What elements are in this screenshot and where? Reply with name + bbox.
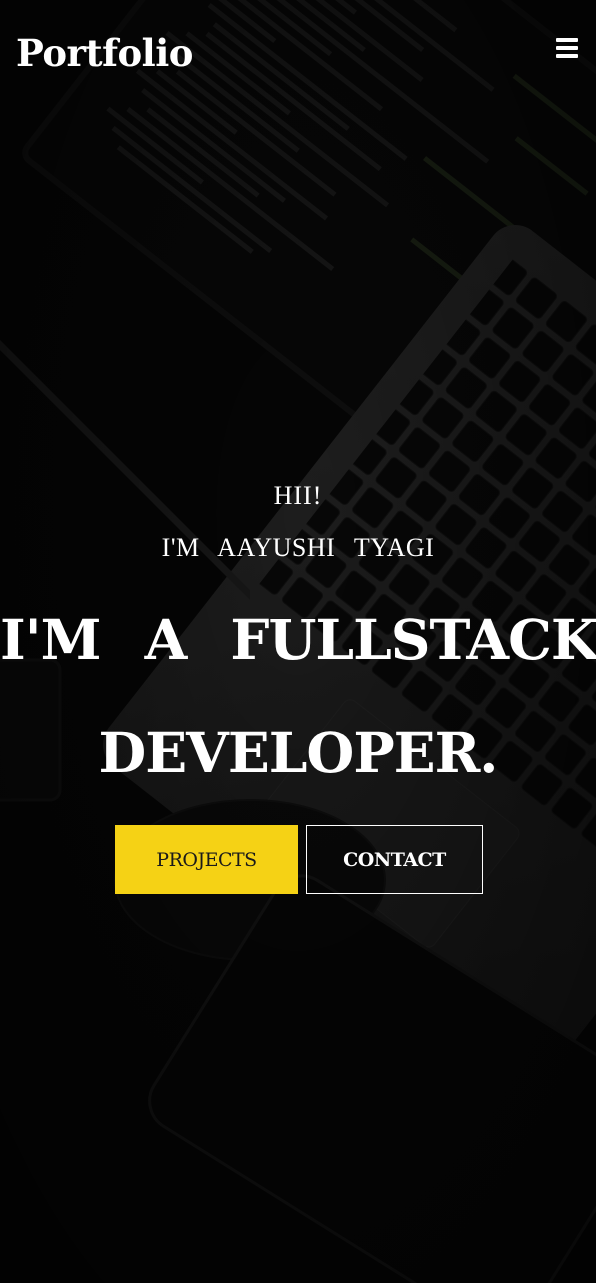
projects-button[interactable]: PROJECTS bbox=[115, 825, 298, 894]
menu-bar bbox=[556, 38, 578, 42]
headline-line-2: DEVELOPER. bbox=[98, 720, 499, 785]
brand-logo-link[interactable]: Portfolio bbox=[16, 28, 193, 78]
headline-line-1: I'M A FULLSTACK bbox=[0, 607, 596, 672]
name-text: I'M AAYUSHI TYAGI bbox=[161, 533, 435, 562]
contact-button[interactable]: CONTACT bbox=[306, 825, 483, 894]
hero-section: Portfolio HII! I'M AAYUSHI TYAGI I'M A F… bbox=[0, 0, 596, 1283]
menu-bar bbox=[556, 46, 578, 50]
hamburger-menu-icon[interactable] bbox=[556, 38, 580, 60]
greeting-text: HII! bbox=[273, 481, 323, 510]
menu-bar bbox=[556, 54, 578, 58]
navbar: Portfolio bbox=[0, 0, 596, 100]
